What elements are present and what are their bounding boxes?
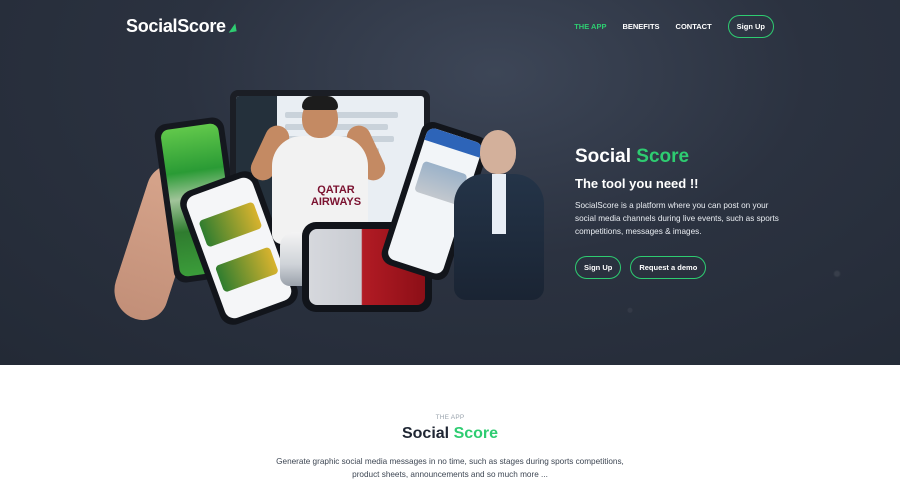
- top-navigation: THE APP BENEFITS CONTACT Sign Up: [574, 14, 774, 38]
- the-app-section: THE APP Social Score Generate graphic so…: [0, 365, 900, 500]
- nav-signup-button[interactable]: Sign Up: [727, 14, 774, 38]
- hero-copy: Social Score The tool you need !! Social…: [575, 146, 785, 279]
- section-title: Social Score: [0, 425, 900, 443]
- hero-device-collage: QATAR AIRWAYS: [106, 82, 560, 332]
- post-image: [214, 246, 279, 293]
- post-image: [198, 201, 263, 248]
- businessman-image: [438, 130, 558, 300]
- section-title-part1: Social: [401, 425, 450, 442]
- man-head: [480, 130, 516, 174]
- section-description: Generate graphic social media messages i…: [276, 457, 624, 479]
- man-shirt: [492, 174, 506, 234]
- hero-signup-button[interactable]: Sign Up: [575, 256, 622, 279]
- hero-description: SocialScore is a platform where you can …: [575, 201, 779, 236]
- nav-item-the-app[interactable]: THE APP: [574, 22, 606, 31]
- logo-flag-icon: [227, 23, 237, 33]
- hero-cta-group: Sign Up Request a demo: [575, 256, 785, 279]
- nav-item-benefits[interactable]: BENEFITS: [622, 22, 659, 31]
- hero-title-part2: Score: [636, 146, 690, 167]
- hero-title: Social Score: [575, 146, 785, 168]
- player-hair: [302, 96, 338, 110]
- logo-text: SocialScore: [126, 15, 226, 36]
- nav-item-contact[interactable]: CONTACT: [676, 22, 712, 31]
- section-eyebrow: THE APP: [435, 414, 465, 421]
- section-title-part2: Score: [453, 425, 499, 442]
- shirt-sponsor-logo: QATAR AIRWAYS: [310, 184, 362, 208]
- hero-section: SocialScore THE APP BENEFITS CONTACT Sig…: [0, 0, 900, 365]
- request-demo-button[interactable]: Request a demo: [630, 256, 707, 279]
- hero-subtitle: The tool you need !!: [575, 176, 699, 191]
- logo[interactable]: SocialScore: [126, 14, 237, 38]
- hero-title-part1: Social: [575, 146, 631, 167]
